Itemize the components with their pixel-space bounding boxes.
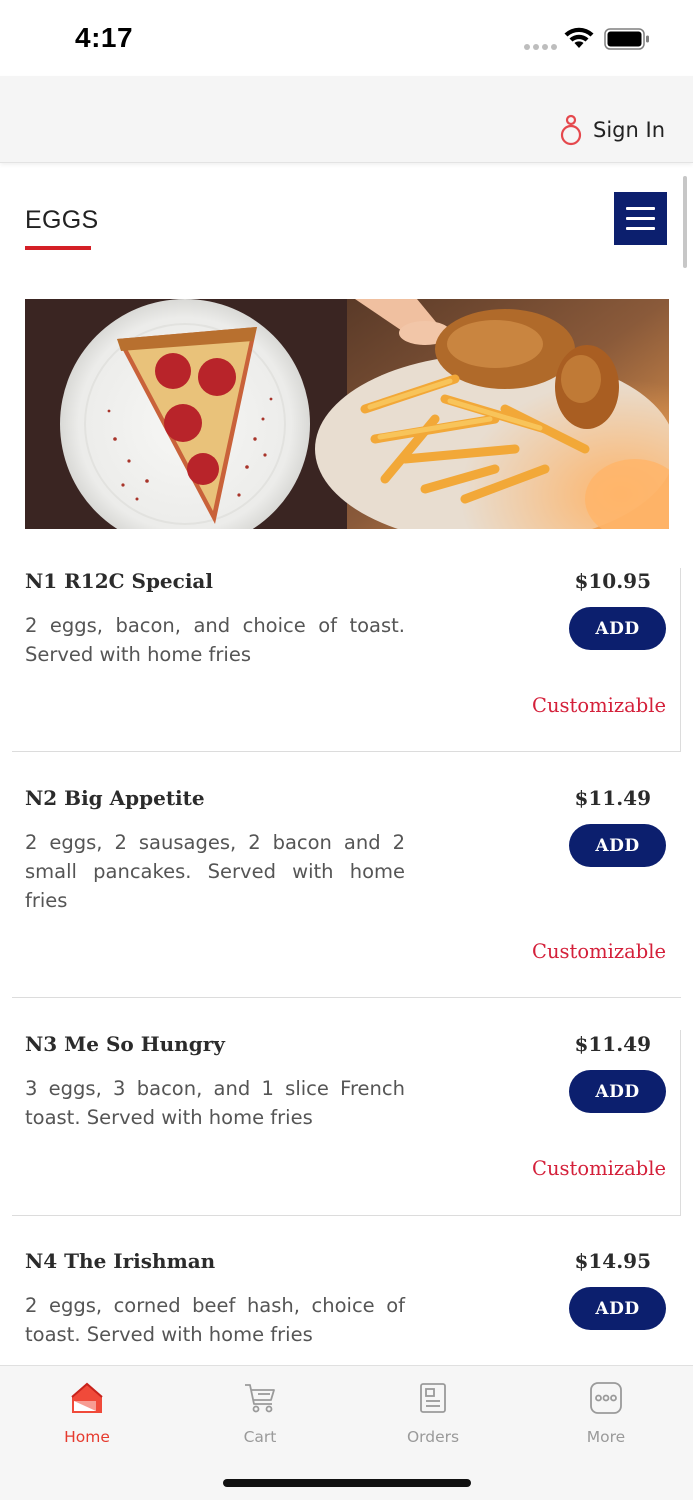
category-underline bbox=[25, 246, 91, 250]
add-button[interactable]: ADD bbox=[569, 1070, 666, 1113]
item-description: 3 eggs, 3 bacon, and 1 slice French toas… bbox=[25, 1077, 405, 1129]
nav-item-cart[interactable]: Cart bbox=[200, 1380, 320, 1446]
category-banner-image bbox=[25, 299, 669, 529]
menu-item: N3 Me So Hungry $11.49 3 eggs, 3 bacon, … bbox=[0, 998, 693, 1216]
fried-chicken-fries-image bbox=[315, 299, 669, 529]
nav-label: More bbox=[586, 1428, 626, 1446]
menu-item: N1 R12C Special $10.95 2 eggs, bacon, an… bbox=[0, 540, 693, 752]
cellular-signal-icon bbox=[524, 44, 557, 50]
customizable-link[interactable]: Customizable bbox=[532, 694, 666, 717]
menu-line bbox=[626, 207, 655, 210]
item-name: N1 R12C Special bbox=[25, 569, 213, 593]
app-header: Sign In bbox=[0, 76, 693, 163]
menu-line bbox=[626, 217, 655, 220]
add-button[interactable]: ADD bbox=[569, 607, 666, 650]
nav-item-more[interactable]: More bbox=[546, 1380, 666, 1446]
battery-icon bbox=[604, 28, 649, 50]
hamburger-menu-button[interactable] bbox=[614, 192, 667, 245]
home-indicator bbox=[223, 1479, 471, 1487]
menu-line bbox=[626, 227, 655, 230]
status-bar: 4:17 bbox=[0, 0, 693, 76]
add-button[interactable]: ADD bbox=[569, 1287, 666, 1330]
add-button[interactable]: ADD bbox=[569, 824, 666, 867]
sign-in-button[interactable]: Sign In bbox=[559, 114, 665, 146]
item-name: N4 The Irishman bbox=[25, 1249, 216, 1273]
nav-label: Cart bbox=[243, 1428, 277, 1446]
status-time: 4:17 bbox=[75, 22, 134, 53]
menu-item: N4 The Irishman $14.95 2 eggs, corned be… bbox=[0, 1216, 693, 1376]
menu-item-list: N1 R12C Special $10.95 2 eggs, bacon, an… bbox=[0, 540, 693, 1376]
wifi-icon bbox=[564, 27, 594, 48]
nav-label: Orders bbox=[406, 1428, 460, 1446]
item-description: 2 eggs, bacon, and choice of toast. Serv… bbox=[25, 614, 405, 666]
nav-item-home[interactable]: Home bbox=[27, 1380, 147, 1446]
customizable-link[interactable]: Customizable bbox=[532, 940, 666, 963]
cart-icon bbox=[245, 1384, 275, 1413]
scrollbar[interactable] bbox=[683, 176, 687, 268]
item-name: N3 Me So Hungry bbox=[25, 1032, 225, 1056]
sign-in-label: Sign In bbox=[593, 118, 665, 142]
item-price: $11.49 bbox=[574, 786, 651, 810]
item-description: 2 eggs, corned beef hash, choice of toas… bbox=[25, 1294, 405, 1346]
item-border bbox=[680, 1030, 681, 1216]
menu-item: N2 Big Appetite $11.49 2 eggs, 2 sausage… bbox=[0, 752, 693, 998]
pizza-slice-image bbox=[25, 299, 347, 529]
category-title: EGGS bbox=[25, 206, 99, 234]
orders-icon bbox=[420, 1383, 446, 1413]
item-price: $11.49 bbox=[574, 1032, 651, 1056]
item-price: $10.95 bbox=[574, 569, 651, 593]
nav-item-orders[interactable]: Orders bbox=[373, 1380, 493, 1446]
home-icon bbox=[71, 1382, 103, 1413]
user-icon bbox=[560, 114, 582, 146]
customizable-link[interactable]: Customizable bbox=[532, 1157, 666, 1180]
item-name: N2 Big Appetite bbox=[25, 786, 205, 810]
more-icon bbox=[590, 1382, 622, 1414]
nav-label: Home bbox=[64, 1428, 110, 1446]
item-price: $14.95 bbox=[574, 1249, 651, 1273]
item-border bbox=[680, 568, 681, 752]
item-description: 2 eggs, 2 sausages, 2 bacon and 2 small … bbox=[25, 831, 405, 912]
